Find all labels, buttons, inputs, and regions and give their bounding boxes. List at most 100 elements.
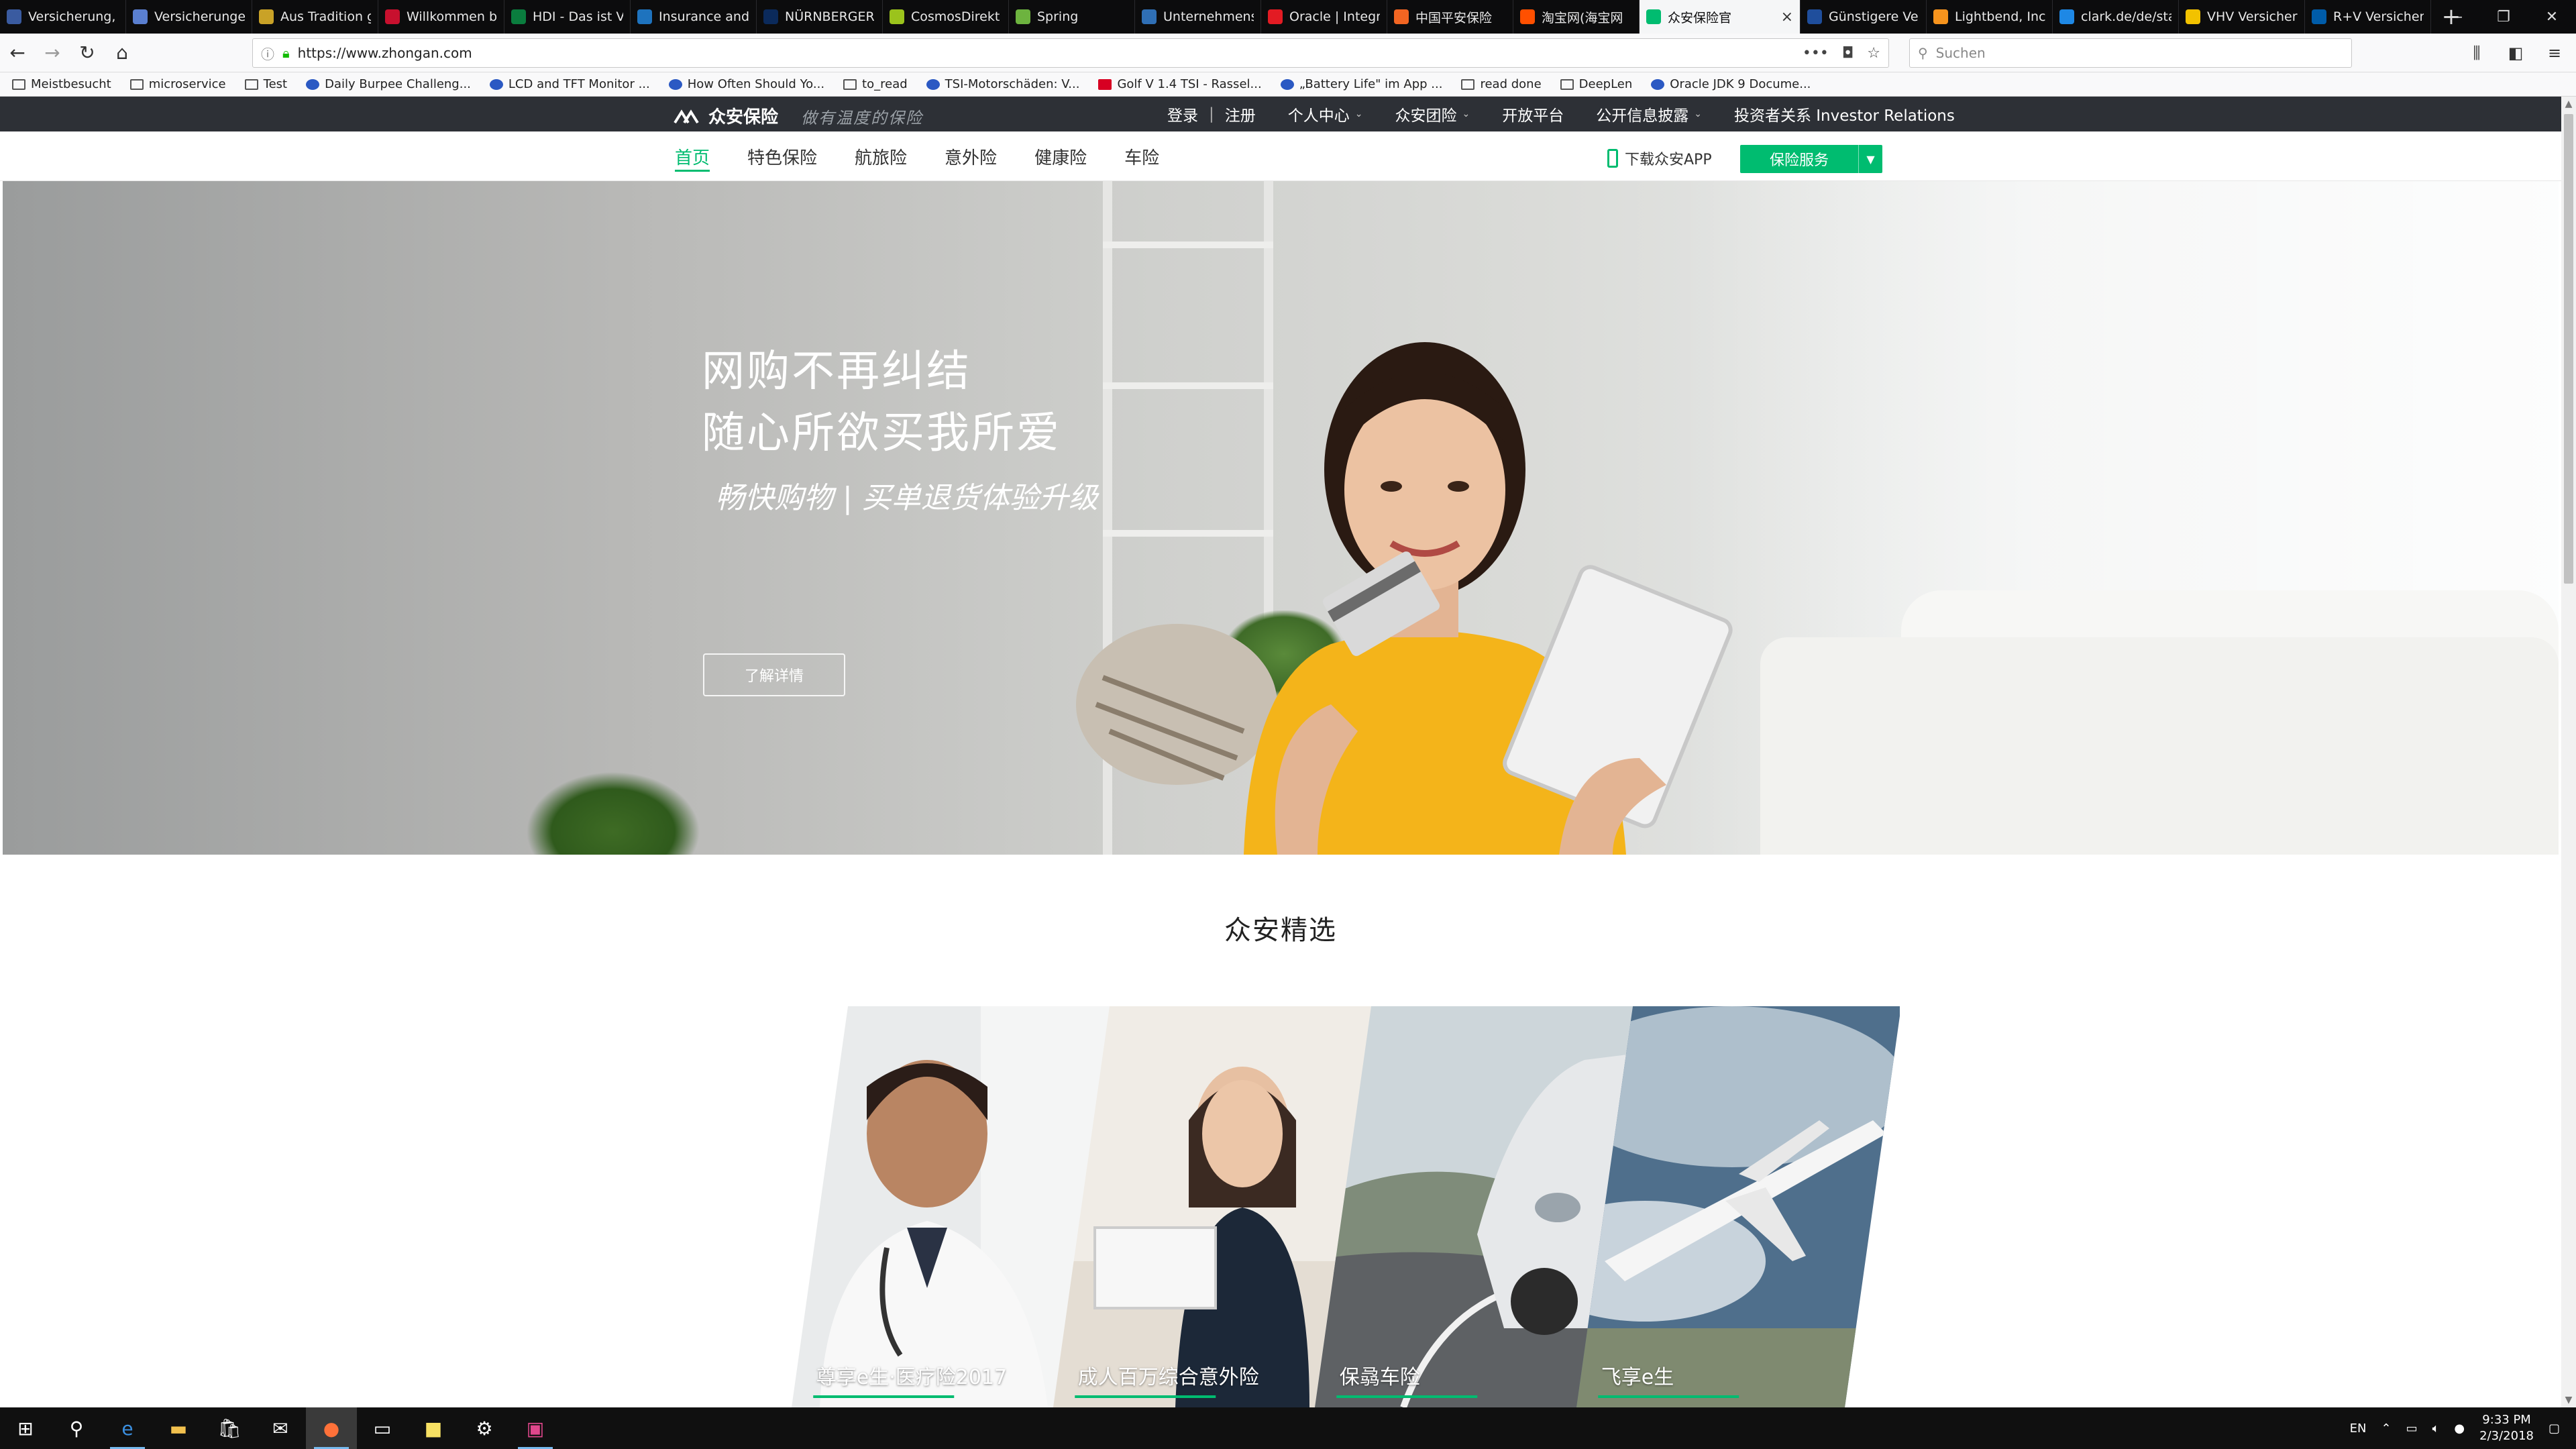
group-insurance-menu[interactable]: 众安团险 ⌄ — [1395, 103, 1470, 125]
main-menu-item[interactable]: 航旅险 — [855, 131, 907, 181]
onedrive-icon[interactable]: ● — [2454, 1421, 2465, 1436]
firefox-icon[interactable]: ● — [306, 1407, 357, 1449]
main-menu-item[interactable]: 车险 — [1124, 131, 1159, 181]
chevron-down-icon: ⌄ — [1694, 109, 1702, 119]
browser-tab[interactable]: 众安保险官 × — [1640, 0, 1801, 34]
bookmark-label: Meistbesucht — [31, 77, 111, 91]
insurance-service-button[interactable]: 保险服务 ▼ — [1740, 145, 1882, 173]
bookmark-item[interactable]: Daily Burpee Challeng... — [306, 77, 471, 91]
sidebar-icon[interactable]: ◧ — [2501, 38, 2530, 68]
page-scrollbar[interactable]: ▲ ▼ — [2561, 97, 2576, 1407]
browser-toolbar: ← → ↻ ⌂ ⓘ 🔒︎ https://www.zhongan.com •••… — [0, 34, 2576, 72]
reload-icon[interactable]: ↻ — [70, 36, 105, 70]
browser-tab[interactable]: Aus Tradition g — [252, 0, 378, 34]
bookmark-item[interactable]: to_read — [843, 77, 908, 91]
browser-tab[interactable]: Spring — [1009, 0, 1135, 34]
browser-tab[interactable]: Versicherung, V — [0, 0, 126, 34]
browser-tab[interactable]: 中国平安保险 — [1387, 0, 1513, 34]
page-actions-icon[interactable]: ••• — [1803, 45, 1829, 62]
browser-tab[interactable]: R+V Versichere — [2305, 0, 2431, 34]
open-platform-link[interactable]: 开放平台 — [1502, 103, 1564, 125]
browser-tab[interactable]: HDI - Das ist V — [504, 0, 631, 34]
terminal-icon[interactable]: ▭ — [357, 1407, 408, 1449]
close-window-icon[interactable]: ✕ — [2528, 0, 2576, 34]
file-explorer-icon[interactable]: ▬ — [153, 1407, 204, 1449]
browser-tab[interactable]: Unternehmens — [1135, 0, 1261, 34]
product-card[interactable]: 飞享e生 — [1576, 1006, 1901, 1407]
browser-tab[interactable]: Günstigere Ver — [1801, 0, 1927, 34]
scrollbar-thumb[interactable] — [2564, 114, 2573, 584]
browser-tab[interactable]: Insurance and — [631, 0, 757, 34]
pocket-icon[interactable]: ◘ — [1842, 45, 1854, 62]
bookmark-item[interactable]: LCD and TFT Monitor ... — [489, 77, 650, 91]
sticky-notes-icon[interactable]: ■ — [408, 1407, 459, 1449]
main-menu-item[interactable]: 健康险 — [1034, 131, 1087, 181]
bookmark-item[interactable]: How Often Should Yo... — [668, 77, 824, 91]
hero-banner[interactable]: 网购不再纠结 随心所欲买我所爱 畅快购物 | 买单退货体验升级 了解详情 — [3, 181, 2559, 855]
menu-icon[interactable]: ≡ — [2540, 38, 2569, 68]
register-link[interactable]: 注册 — [1225, 103, 1256, 125]
bookmark-label: LCD and TFT Monitor ... — [508, 77, 650, 91]
bookmark-star-icon[interactable]: ☆ — [1867, 45, 1880, 62]
network-icon[interactable]: ▭ — [2406, 1421, 2418, 1436]
home-icon[interactable]: ⌂ — [105, 36, 140, 70]
bookmark-item[interactable]: Golf V 1.4 TSI - Rassel... — [1098, 77, 1262, 91]
browser-tab[interactable]: VHV Versicher — [2179, 0, 2305, 34]
intellij-icon[interactable]: ▣ — [510, 1407, 561, 1449]
bookmark-item[interactable]: microservice — [129, 77, 226, 91]
site-top-bar: 众安保险 做有温度的保险 登录 | 注册 个人中心 ⌄ 众安团险 ⌄ 开放平台 … — [0, 97, 2561, 131]
bookmark-item[interactable]: Meistbesucht — [12, 77, 111, 91]
tab-favicon-icon — [2186, 9, 2200, 24]
url-bar[interactable]: ⓘ 🔒︎ https://www.zhongan.com ••• ◘ ☆ — [252, 38, 1889, 68]
browser-tab[interactable]: Oracle | Integr — [1261, 0, 1387, 34]
bookmark-item[interactable]: Test — [244, 77, 287, 91]
scroll-down-icon[interactable]: ▼ — [2561, 1393, 2576, 1407]
bookmark-item[interactable]: Oracle JDK 9 Docume... — [1651, 77, 1811, 91]
main-menu-item[interactable]: 特色保险 — [747, 131, 817, 181]
chevron-down-icon[interactable]: ▼ — [1858, 145, 1882, 173]
minimize-icon[interactable]: — — [2431, 0, 2479, 34]
chevron-up-icon[interactable]: ⌃ — [2381, 1421, 2392, 1436]
search-input[interactable]: ⚲ Suchen — [1909, 38, 2352, 68]
learn-more-button[interactable]: 了解详情 — [703, 653, 845, 696]
forward-icon[interactable]: → — [35, 36, 70, 70]
personal-center-menu[interactable]: 个人中心 ⌄ — [1288, 103, 1363, 125]
site-logo[interactable]: 众安保险 — [674, 103, 778, 128]
browser-tab[interactable]: clark.de/de/sta — [2053, 0, 2179, 34]
mail-icon[interactable]: ✉ — [255, 1407, 306, 1449]
browser-tab[interactable]: Lightbend, Inc — [1927, 0, 2053, 34]
restore-icon[interactable]: ❐ — [2479, 0, 2528, 34]
tab-favicon-icon — [637, 9, 652, 24]
bookmark-item[interactable]: DeepLen — [1560, 77, 1632, 91]
disclosure-menu[interactable]: 公开信息披露 ⌄ — [1596, 103, 1702, 125]
browser-tab[interactable]: Versicherungen — [126, 0, 252, 34]
bookmark-item[interactable]: „Battery Life" im App ... — [1280, 77, 1442, 91]
volume-icon[interactable]: 🔈︎ — [2432, 1421, 2440, 1436]
folder-icon — [843, 78, 857, 90]
site-info-icon[interactable]: ⓘ — [261, 44, 274, 63]
browser-tab[interactable]: CosmosDirekt — [883, 0, 1009, 34]
edge-icon[interactable]: e — [102, 1407, 153, 1449]
investor-relations-link[interactable]: 投资者关系 Investor Relations — [1734, 103, 1955, 125]
url-text[interactable]: https://www.zhongan.com — [298, 45, 472, 61]
clock[interactable]: 9:33 PM 2/3/2018 — [2479, 1412, 2534, 1444]
bookmark-item[interactable]: read done — [1461, 77, 1542, 91]
scroll-up-icon[interactable]: ▲ — [2561, 97, 2576, 111]
browser-tab[interactable]: Willkommen b — [378, 0, 504, 34]
main-menu-item[interactable]: 意外险 — [945, 131, 997, 181]
browser-tab[interactable]: 淘宝网(海宝网 — [1513, 0, 1640, 34]
login-link[interactable]: 登录 — [1167, 103, 1198, 125]
main-menu-item[interactable]: 首页 — [675, 131, 710, 181]
store-icon[interactable]: 🛍︎ — [204, 1407, 255, 1449]
notifications-icon[interactable]: ▢ — [2548, 1421, 2560, 1436]
language-indicator[interactable]: EN — [2350, 1421, 2367, 1436]
settings-icon[interactable]: ⚙ — [459, 1407, 510, 1449]
download-app-link[interactable]: 下载众安APP — [1607, 148, 1712, 169]
start-icon[interactable]: ⊞ — [0, 1407, 51, 1449]
library-icon[interactable]: ⫼ — [2462, 38, 2491, 68]
browser-tab[interactable]: NÜRNBERGER — [757, 0, 883, 34]
bookmark-item[interactable]: TSI-Motorschäden: V... — [926, 77, 1079, 91]
search-icon[interactable]: ⚲ — [51, 1407, 102, 1449]
close-tab-icon[interactable]: × — [1781, 9, 1793, 25]
back-icon[interactable]: ← — [0, 36, 35, 70]
